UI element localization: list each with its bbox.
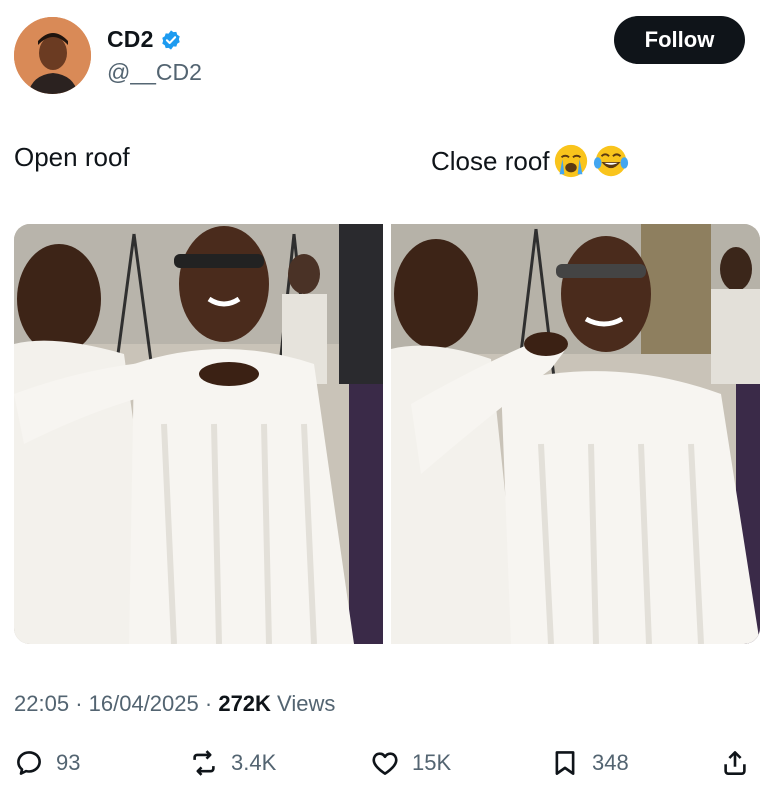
- reply-icon: [17, 751, 41, 775]
- bookmark-count: 348: [592, 750, 629, 775]
- caption-left: Open roof: [14, 142, 130, 172]
- heart-icon: [372, 752, 398, 775]
- repost-button[interactable]: 3.4K: [189, 748, 276, 778]
- tweet-date[interactable]: 16/04/2025: [89, 691, 199, 716]
- share-icon: [724, 751, 746, 775]
- tweet-meta: 22:05 · 16/04/2025 · 272K Views: [14, 691, 335, 717]
- repost-icon: [193, 750, 215, 776]
- author-name[interactable]: CD2: [107, 26, 154, 53]
- reply-button[interactable]: 93: [14, 748, 80, 778]
- caption-right: Close roof: [431, 142, 630, 180]
- author-handle[interactable]: @__CD2: [107, 59, 202, 86]
- follow-button[interactable]: Follow: [614, 16, 745, 64]
- tweet-time[interactable]: 22:05: [14, 691, 69, 716]
- reply-count: 93: [56, 750, 81, 775]
- author-name-row[interactable]: CD2: [107, 26, 182, 53]
- tears-of-joy-emoji: [593, 145, 628, 177]
- share-button[interactable]: [720, 748, 750, 778]
- views-count: 272K: [218, 691, 271, 716]
- views-label: Views: [277, 691, 336, 716]
- avatar-image: [14, 17, 91, 94]
- photo-close-roof[interactable]: [391, 224, 760, 644]
- caption-right-text: Close roof: [431, 145, 550, 176]
- action-bar: 93 3.4K 15K 348: [14, 748, 758, 792]
- meta-separator: ·: [75, 691, 83, 716]
- like-count: 15K: [412, 750, 452, 775]
- photo-open-roof[interactable]: [14, 224, 383, 644]
- like-button[interactable]: 15K: [370, 748, 451, 778]
- bookmark-icon: [555, 751, 575, 775]
- verified-badge-icon: [161, 29, 180, 50]
- repost-count: 3.4K: [231, 750, 277, 775]
- loudly-crying-face-emoji: [554, 144, 587, 178]
- bookmark-button[interactable]: 348: [550, 748, 629, 778]
- photo-open-roof-image: [14, 224, 383, 644]
- avatar[interactable]: [14, 17, 91, 94]
- photo-close-roof-image: [391, 224, 760, 644]
- meta-separator: ·: [204, 691, 213, 716]
